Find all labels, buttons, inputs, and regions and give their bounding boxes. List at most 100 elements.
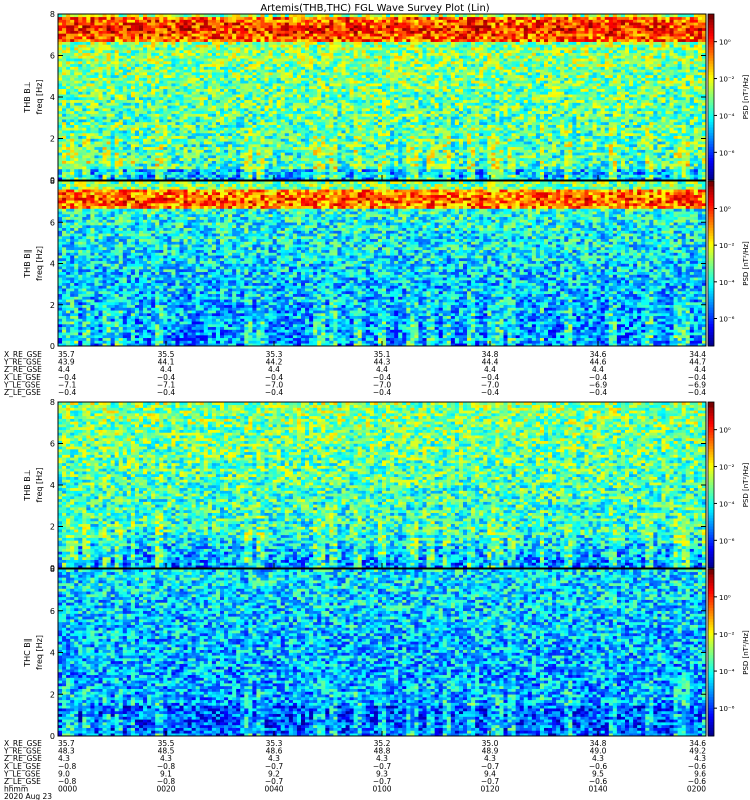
heatmap-cell — [103, 22, 107, 25]
heatmap-cell — [90, 150, 94, 153]
heatmap-cell — [123, 69, 127, 72]
heatmap-cell — [115, 53, 119, 56]
spectrogram-panel-thb-bl-1: 02468THB B⊥ freq [Hz]10⁰10⁻²10⁻⁴10⁻⁶PSD [… — [23, 10, 750, 185]
heatmap-cell — [62, 78, 66, 81]
heatmap-cell — [78, 94, 82, 97]
heatmap-cell — [62, 127, 66, 130]
heatmap-cell — [86, 58, 90, 61]
heatmap-cell — [58, 155, 62, 158]
heatmap-cell — [115, 50, 119, 53]
heatmap-cell — [70, 155, 74, 158]
heatmap-cell — [94, 158, 98, 161]
heatmap-cell — [99, 39, 103, 42]
heatmap-cell — [78, 86, 82, 89]
heatmap-cell — [131, 152, 135, 155]
heatmap-cell — [135, 166, 139, 169]
heatmap-cell — [66, 155, 70, 158]
heatmap-cell — [58, 28, 62, 31]
heatmap-cell — [123, 130, 127, 133]
heatmap-cell — [123, 61, 127, 64]
heatmap-cell — [66, 122, 70, 125]
heatmap-cell — [115, 174, 119, 177]
heatmap-cell — [70, 86, 74, 89]
heatmap-cell — [94, 114, 98, 117]
heatmap-cell — [70, 127, 74, 130]
heatmap-cell — [99, 111, 103, 114]
heatmap-cell — [74, 174, 78, 177]
heatmap-cell — [123, 20, 127, 23]
heatmap-cell — [58, 25, 62, 28]
heatmap-cell — [107, 152, 111, 155]
heatmap-cell — [70, 94, 74, 97]
heatmap-cell — [66, 20, 70, 23]
heatmap-cell — [103, 39, 107, 42]
heatmap-cell — [94, 139, 98, 142]
heatmap-cell — [82, 161, 86, 164]
heatmap-cell — [135, 172, 139, 175]
heatmap-cell — [86, 152, 90, 155]
heatmap-cell — [123, 158, 127, 161]
heatmap-cell — [111, 122, 115, 125]
heatmap-cell — [74, 22, 78, 25]
heatmap-cell — [82, 50, 86, 53]
heatmap-cell — [66, 91, 70, 94]
heatmap-cell — [111, 83, 115, 86]
heatmap-cell — [82, 127, 86, 130]
heatmap-cell — [123, 155, 127, 158]
heatmap-cell — [70, 20, 74, 23]
heatmap-cell — [74, 44, 78, 47]
heatmap-cell — [131, 100, 135, 103]
heatmap-cell — [70, 119, 74, 122]
heatmap-cell — [119, 33, 123, 36]
heatmap-cell — [86, 144, 90, 147]
heatmap-cell — [99, 125, 103, 128]
heatmap-cell — [103, 31, 107, 34]
heatmap-cell — [82, 150, 86, 153]
heatmap-cell — [107, 119, 111, 122]
heatmap-cell — [111, 22, 115, 25]
heatmap-cell — [123, 44, 127, 47]
heatmap-cell — [115, 147, 119, 150]
heatmap-cell — [131, 91, 135, 94]
heatmap-cell — [62, 172, 66, 175]
heatmap-cell — [119, 136, 123, 139]
heatmap-cell — [127, 50, 131, 53]
heatmap-cell — [119, 89, 123, 92]
heatmap-cell — [103, 130, 107, 133]
heatmap-cell — [58, 174, 62, 177]
heatmap-cell — [66, 42, 70, 45]
heatmap-cell — [78, 17, 82, 20]
heatmap-cell — [103, 158, 107, 161]
heatmap-cell — [90, 56, 94, 59]
heatmap-cell — [131, 155, 135, 158]
heatmap-cell — [94, 103, 98, 106]
heatmap-cell — [66, 22, 70, 25]
heatmap-cell — [94, 36, 98, 39]
heatmap-cell — [66, 75, 70, 78]
heatmap-cell — [82, 44, 86, 47]
heatmap-cell — [86, 155, 90, 158]
heatmap-cell — [94, 147, 98, 150]
heatmap-cell — [119, 100, 123, 103]
heatmap-cell — [62, 75, 66, 78]
heatmap-cell — [58, 50, 62, 53]
heatmap-cell — [94, 53, 98, 56]
heatmap-cell — [111, 163, 115, 166]
heatmap-cell — [86, 50, 90, 53]
heatmap-cell — [62, 33, 66, 36]
heatmap-cell — [135, 174, 139, 177]
heatmap-cell — [66, 86, 70, 89]
heatmap-cell — [78, 150, 82, 153]
heatmap-cell — [131, 127, 135, 130]
heatmap-cell — [78, 166, 82, 169]
heatmap-cell — [127, 25, 131, 28]
heatmap-cell — [111, 166, 115, 169]
heatmap-cell — [70, 83, 74, 86]
heatmap-cell — [62, 133, 66, 136]
heatmap-cell — [131, 44, 135, 47]
heatmap-cell — [127, 108, 131, 111]
heatmap-cell — [127, 174, 131, 177]
heatmap-cell — [103, 94, 107, 97]
heatmap-cell — [90, 105, 94, 108]
heatmap-cell — [86, 31, 90, 34]
